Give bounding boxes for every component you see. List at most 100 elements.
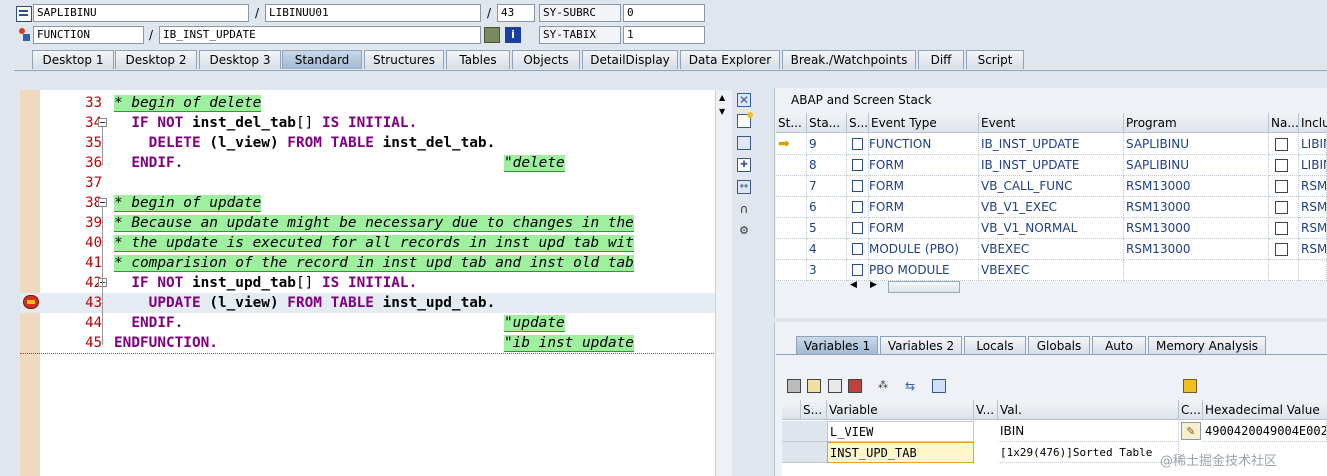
code-line[interactable]: 33 * begin of delete: [20, 93, 716, 113]
stack-cell-program[interactable]: RSM13000: [1124, 176, 1269, 197]
stack-row-marker[interactable]: [776, 239, 807, 260]
col-header[interactable]: Val.: [998, 400, 1179, 420]
stack-cell-type[interactable]: MODULE (PBO): [869, 239, 979, 260]
new-tool-icon[interactable]: [737, 112, 753, 128]
stack-cell-event[interactable]: VB_CALL_FUNC: [979, 176, 1124, 197]
stack-cell-level[interactable]: 6: [807, 197, 847, 218]
tab-variables-1[interactable]: Variables 1: [796, 336, 878, 355]
folder-icon[interactable]: [932, 379, 946, 393]
tree-icon[interactable]: ⚙: [737, 224, 751, 238]
hierarchy-icon[interactable]: ⁂: [876, 379, 890, 393]
import-icon[interactable]: [807, 379, 821, 393]
code-line[interactable]: 42 IF NOT inst_upd_tab[] IS INITIAL.: [20, 273, 716, 293]
col-header[interactable]: Hexadecimal Value: [1203, 400, 1327, 420]
col-header[interactable]: St...: [776, 113, 807, 133]
navigate-icon[interactable]: [1275, 159, 1288, 172]
fold-toggle-icon[interactable]: [98, 198, 107, 207]
tab-standard[interactable]: Standard: [282, 50, 362, 69]
code-line[interactable]: 38 * begin of update: [20, 193, 716, 213]
display-object-icon[interactable]: [484, 27, 500, 43]
stack-cell-incl[interactable]: LIBIN: [1299, 134, 1327, 155]
tab-locals[interactable]: Locals: [964, 336, 1026, 355]
source-editor[interactable]: 33 * begin of delete 34 IF NOT inst_del_…: [20, 90, 732, 476]
stack-cell-level[interactable]: 8: [807, 155, 847, 176]
line-number-field[interactable]: 43: [497, 4, 535, 22]
stack-cell-level[interactable]: 7: [807, 176, 847, 197]
col-header[interactable]: Inclu: [1299, 113, 1327, 133]
variable-name-field[interactable]: INST_UPD_TAB: [827, 442, 974, 463]
navigate-icon[interactable]: [1269, 260, 1299, 281]
code-line[interactable]: 36 ENDIF. "delete: [20, 153, 716, 173]
swap-icon[interactable]: [737, 136, 751, 150]
variable-name-field[interactable]: L_VIEW: [827, 421, 974, 442]
stack-cell-event[interactable]: VB_V1_NORMAL: [979, 218, 1124, 239]
delete-icon[interactable]: [787, 379, 801, 393]
fold-toggle-icon[interactable]: [98, 118, 107, 127]
stack-cell-type[interactable]: PBO MODULE: [869, 260, 979, 281]
tab-memory-analysis[interactable]: Memory Analysis: [1148, 336, 1266, 355]
sysvar-value-1[interactable]: 0: [623, 4, 705, 22]
navigate-icon[interactable]: [1275, 201, 1288, 214]
stack-cell-type[interactable]: FORM: [869, 176, 979, 197]
event-type-field[interactable]: FUNCTION: [33, 26, 144, 44]
stack-row-marker[interactable]: [776, 176, 807, 197]
col-header[interactable]: S...: [801, 400, 827, 420]
stack-cell-level[interactable]: 9: [807, 134, 847, 155]
stack-cell-program[interactable]: RSM13000: [1124, 197, 1269, 218]
code-line[interactable]: 37: [20, 173, 716, 193]
stack-row-marker[interactable]: [776, 260, 807, 281]
stack-cell-type[interactable]: FUNCTION: [869, 134, 979, 155]
tab-variables-2[interactable]: Variables 2: [880, 336, 962, 355]
var-row-selector[interactable]: [782, 442, 801, 463]
stack-row-marker[interactable]: [776, 197, 807, 218]
export-icon[interactable]: [828, 379, 842, 393]
stack-cell-type[interactable]: FORM: [869, 197, 979, 218]
breakpoint-current-icon[interactable]: [23, 295, 39, 309]
col-header[interactable]: S...: [847, 113, 869, 133]
scroll-left-icon[interactable]: ◀: [850, 280, 857, 290]
save-variables-icon[interactable]: [848, 379, 862, 393]
scroll-down-icon[interactable]: ▼: [719, 107, 725, 116]
code-line[interactable]: 45 ENDFUNCTION. "ib inst update: [20, 333, 716, 354]
stack-cell-incl[interactable]: LIBIN: [1299, 155, 1327, 176]
code-line[interactable]: 40 * the update is executed for all reco…: [20, 233, 716, 253]
program-field[interactable]: SAPLIBINU: [33, 4, 249, 22]
stack-cell-event[interactable]: VB_V1_EXEC: [979, 197, 1124, 218]
col-header[interactable]: [782, 400, 801, 420]
stack-cell-program[interactable]: SAPLIBINU: [1124, 155, 1269, 176]
stack-cell-level[interactable]: 5: [807, 218, 847, 239]
var-row-selector[interactable]: [801, 421, 827, 442]
navigate-icon[interactable]: [1269, 155, 1299, 176]
resize-icon[interactable]: ↔: [737, 180, 751, 194]
navigate-icon[interactable]: [1269, 134, 1299, 155]
col-header[interactable]: Na...: [1269, 113, 1299, 133]
tab-desktop-3[interactable]: Desktop 3: [199, 50, 281, 69]
include-field[interactable]: LIBINUU01: [265, 4, 481, 22]
stack-cell-program[interactable]: RSM13000: [1124, 239, 1269, 260]
transfer-icon[interactable]: ⇆: [903, 379, 917, 393]
tab-desktop-2[interactable]: Desktop 2: [115, 50, 197, 69]
code-line[interactable]: 41 * comparision of the record in inst u…: [20, 253, 716, 273]
sysvar-value-2[interactable]: 1: [623, 26, 705, 44]
stack-cell-incl[interactable]: RSM1: [1299, 176, 1327, 197]
tab-auto[interactable]: Auto: [1092, 336, 1146, 355]
stack-cell-event[interactable]: VBEXEC: [979, 260, 1124, 281]
sysvar-label-2[interactable]: SY-TABIX: [539, 26, 621, 44]
tab-tables[interactable]: Tables: [446, 50, 510, 69]
tab-desktop-1[interactable]: Desktop 1: [32, 50, 114, 69]
navigate-icon[interactable]: [1275, 243, 1288, 256]
stack-cell-incl[interactable]: [1299, 260, 1327, 281]
stack-cell-program[interactable]: RSM13000: [1124, 218, 1269, 239]
stack-row-marker[interactable]: [776, 155, 807, 176]
code-line[interactable]: 34 IF NOT inst_del_tab[] IS INITIAL.: [20, 113, 716, 133]
maximize-icon[interactable]: ✚: [737, 158, 751, 172]
navigate-icon[interactable]: [1275, 222, 1288, 235]
tab-diff[interactable]: Diff: [918, 50, 964, 69]
current-frame-arrow-icon[interactable]: ➡: [776, 134, 807, 155]
headset-icon[interactable]: ∩: [737, 202, 751, 216]
tab-structures[interactable]: Structures: [364, 50, 444, 69]
col-header[interactable]: Event Type: [869, 113, 979, 133]
tab-detaildisplay[interactable]: DetailDisplay: [582, 50, 678, 69]
tab-script[interactable]: Script: [966, 50, 1024, 69]
navigate-icon[interactable]: [1275, 138, 1288, 151]
